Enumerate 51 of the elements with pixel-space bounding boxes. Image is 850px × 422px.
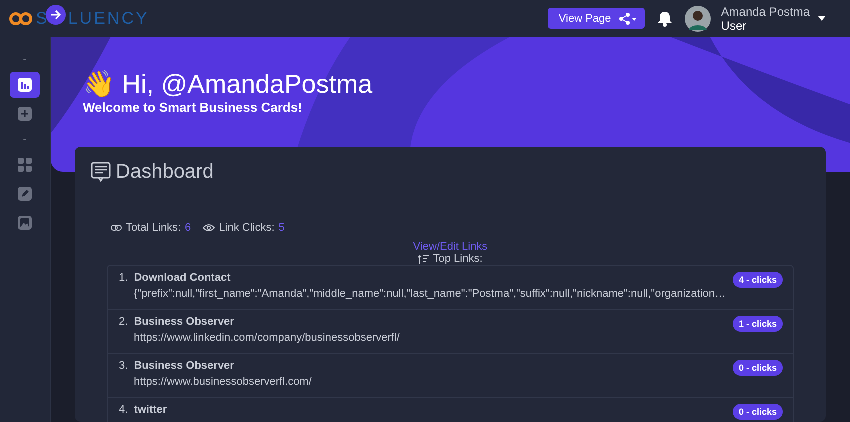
clicks-badge: 1 - clicks [732, 316, 783, 332]
logo-icon [9, 12, 33, 26]
link-clicks-count: 5 [278, 222, 285, 234]
sort-icon [418, 254, 430, 264]
sidebar-separator: - [23, 133, 27, 148]
sidebar-toggle-button[interactable] [46, 4, 66, 24]
greeting-heading: 👋 Hi, @AmandaPostma [83, 69, 374, 100]
pencil-icon [18, 187, 32, 201]
plus-icon [18, 107, 32, 121]
sidebar-item[interactable] [10, 72, 40, 98]
user-name: Amanda Postma [721, 4, 810, 18]
sidebar-separator: - [23, 53, 27, 68]
link-title: Download Contact [134, 272, 231, 284]
clicks-badge: 0 - clicks [732, 360, 783, 376]
link-url: https://www.businessobserverfl.com/ [133, 376, 312, 388]
dashboard-title: Dashboard [116, 161, 214, 184]
grid-icon [18, 158, 32, 172]
share-icon [619, 12, 640, 24]
arrow-right-icon [50, 8, 62, 20]
item-number: 1. [119, 272, 128, 284]
item-number: 3. [119, 360, 128, 372]
bar-chart-icon [18, 78, 32, 92]
top-link-item[interactable]: 1. Download Contact {"prefix":null,"first_name":"Amanda","middle_name":null,"last_name":"Postma","suffix":null,"nickname":null,"organization… 4 - clicks [108, 266, 793, 310]
caret-icon[interactable] [818, 16, 826, 21]
top-link-item[interactable]: 3. Business Observer https://www.businessobserverfl.com/ 0 - clicks [108, 354, 793, 398]
clicks-badge: 0 - clicks [732, 404, 783, 420]
user-role: User [721, 18, 748, 32]
notification-bell-icon[interactable] [658, 10, 672, 26]
item-number: 2. [119, 316, 128, 328]
clicks-badge: 4 - clicks [732, 272, 783, 288]
link-icon [111, 225, 122, 231]
brand-name: S [36, 8, 50, 28]
link-title: Business Observer [134, 316, 234, 328]
link-url: https://www.linkedin.com/company/businessobserverfl/ [133, 332, 400, 344]
view-page-button[interactable]: View Page [548, 8, 646, 29]
item-number: 4. [119, 404, 128, 416]
eye-icon [203, 224, 216, 232]
brand-name: LUENCY [68, 8, 150, 28]
total-links-label: Total Links: [126, 222, 182, 234]
avatar[interactable] [685, 6, 712, 32]
message-icon [91, 162, 111, 184]
top-links-label: Top Links: [433, 253, 483, 265]
image-icon [18, 216, 32, 230]
welcome-text: Welcome to Smart Business Cards! [83, 100, 304, 115]
link-title: Business Observer [134, 360, 234, 372]
link-clicks-label: Link Clicks: [219, 222, 275, 234]
top-link-item[interactable]: 2. Business Observer https://www.linkedin.com/company/businessobserverfl/ 1 - clicks [108, 310, 793, 354]
link-url: {"prefix":null,"first_name":"Amanda","middle_name":null,"last_name":"Postma","suffix":null,"nickname":null,"organization… [133, 288, 726, 300]
top-link-item[interactable]: 4. twitter 0 - clicks [108, 398, 793, 422]
link-title: twitter [134, 404, 168, 416]
total-links-count: 6 [185, 222, 192, 234]
